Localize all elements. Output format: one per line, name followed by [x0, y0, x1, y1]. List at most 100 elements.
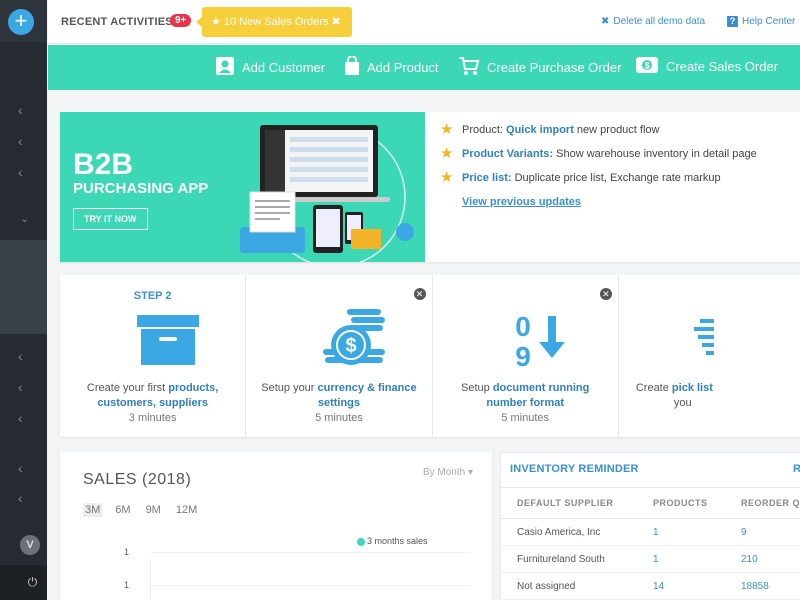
inventory-header-link[interactable]: R	[793, 463, 800, 475]
by-month-dropdown[interactable]: By Month ▾	[423, 467, 473, 478]
quick-action-bar: Add Customer Add Product Create Purchase…	[48, 45, 800, 90]
devices-illustration	[240, 125, 414, 262]
delete-demo-data-link[interactable]: ✖ Delete all demo data	[601, 16, 705, 27]
step-description: Setup your currency & finance settings	[246, 381, 431, 411]
add-product-label: Add Product	[367, 60, 439, 75]
sidebar-chevron-icon[interactable]: ‹	[18, 379, 23, 395]
create-purchase-order-button[interactable]: Create Purchase Order	[458, 56, 621, 79]
supplier-cell: Not assigned	[517, 581, 576, 592]
list-icon	[693, 319, 714, 355]
table-row[interactable]: Furnitureland South 1 210	[501, 546, 800, 573]
note-highlight[interactable]: Product Variants:	[462, 148, 553, 160]
b2b-promo-art[interactable]: B2B PURCHASING APP TRY IT NOW	[60, 112, 425, 262]
table-row[interactable]: Casio America, Inc 1 9	[501, 519, 800, 546]
legend-swatch	[357, 537, 365, 546]
add-new-button[interactable]: +	[8, 9, 34, 35]
y-axis-tick: 1	[124, 547, 130, 557]
view-previous-updates-link[interactable]: View previous updates	[462, 196, 581, 208]
create-sales-order-label: Create Sales Order	[666, 59, 778, 74]
svg-text:9: 9	[515, 341, 531, 370]
release-note-item: ★ Product Variants: Show warehouse inven…	[440, 146, 757, 170]
power-icon[interactable]: ⏻	[0, 565, 47, 600]
activity-count-badge: 9+	[170, 14, 192, 27]
note-highlight[interactable]: Quick import	[506, 124, 574, 136]
products-cell[interactable]: 1	[653, 554, 659, 565]
sidebar-chevron-icon[interactable]: ‹	[18, 102, 23, 118]
onboarding-step-card[interactable]: ✕ 0 9 Setup document running number form…	[433, 275, 619, 437]
range-9m[interactable]: 9M	[144, 503, 163, 517]
dismiss-step-icon[interactable]: ✕	[599, 288, 612, 300]
grid-line	[151, 552, 471, 553]
products-cell[interactable]: 1	[653, 527, 659, 538]
add-customer-label: Add Customer	[242, 60, 326, 75]
step-title: STEP 2	[133, 290, 172, 302]
step-desc-text: you	[673, 397, 692, 409]
svg-text:$: $	[346, 335, 357, 357]
help-center-link[interactable]: ? Help Center	[727, 16, 795, 27]
try-it-now-button[interactable]: TRY IT NOW	[73, 208, 148, 230]
reorder-cell[interactable]: 18858	[741, 581, 769, 592]
reorder-cell[interactable]: 9	[741, 527, 747, 538]
help-icon: ?	[727, 16, 738, 27]
range-6m[interactable]: 6M	[113, 503, 132, 517]
range-selector: 3M 6M 9M 12M	[83, 503, 210, 517]
inventory-reminder-title: INVENTORY REMINDER	[510, 463, 639, 475]
column-header[interactable]: DEFAULT SUPPLIER	[517, 498, 613, 508]
sidebar-chevron-icon[interactable]: ‹	[18, 410, 23, 426]
svg-text:$: $	[644, 61, 649, 71]
note-text: Duplicate price list, Exchange rate mark…	[511, 172, 721, 184]
coins-icon: $	[323, 309, 386, 365]
new-sales-orders-notification[interactable]: ★ 10 New Sales Orders ✖	[196, 7, 352, 37]
add-customer-button[interactable]: Add Customer	[215, 56, 325, 79]
sales-title: SALES (2018)	[83, 471, 192, 488]
product-bag-icon	[344, 55, 360, 79]
column-header[interactable]: REORDER Q	[741, 498, 800, 508]
step-description: Setup document running number format	[433, 381, 618, 411]
onboarding-step-card[interactable]: STEP 2 Create your first products, custo…	[60, 275, 247, 437]
customer-icon	[215, 56, 235, 79]
recent-activities-label[interactable]: RECENT ACTIVITIES	[61, 16, 173, 28]
sidebar-chevron-icon[interactable]: ‹	[18, 133, 23, 149]
cart-icon	[458, 56, 480, 79]
sidebar-chevron-icon[interactable]: ‹	[18, 164, 23, 180]
create-sales-order-button[interactable]: $ Create Sales Order	[635, 56, 778, 77]
sidebar-chevron-down-icon[interactable]: ⌄	[20, 212, 29, 225]
create-purchase-order-label: Create Purchase Order	[487, 60, 622, 75]
range-3m[interactable]: 3M	[83, 503, 103, 517]
inventory-reminder-panel: INVENTORY REMINDER R DEFAULT SUPPLIER PR…	[500, 452, 800, 600]
onboarding-steps: STEP 2 Create your first products, custo…	[60, 275, 800, 437]
release-note-item: ★ Product: Quick import new product flow	[440, 122, 757, 146]
dismiss-step-icon[interactable]: ✕	[413, 288, 426, 300]
archive-box-icon	[137, 315, 199, 365]
sidebar-chevron-icon[interactable]: ‹	[18, 460, 23, 476]
step-desc-link[interactable]: currency & finance settings	[318, 382, 417, 409]
banner-headline: B2B	[73, 148, 134, 181]
products-cell[interactable]: 14	[653, 581, 664, 592]
star-icon: ★	[440, 169, 454, 186]
chart-grid	[150, 552, 471, 600]
sort-numeric-icon: 0 9	[515, 311, 565, 370]
top-bar: RECENT ACTIVITIES 9+ ★ 10 New Sales Orde…	[48, 0, 800, 44]
close-x-icon: ✖	[601, 16, 610, 27]
step-description: Create pick list you	[619, 381, 800, 411]
note-text: Show warehouse inventory in detail page	[553, 148, 757, 160]
note-highlight[interactable]: Price list:	[462, 172, 512, 184]
step-desc-text: Create your first	[86, 382, 169, 394]
sidebar-chevron-icon[interactable]: ‹	[18, 348, 23, 364]
user-avatar[interactable]: V	[20, 535, 40, 555]
column-header[interactable]: PRODUCTS	[653, 498, 708, 508]
reorder-cell[interactable]: 210	[741, 554, 758, 565]
add-product-button[interactable]: Add Product	[344, 55, 439, 79]
onboarding-step-card[interactable]: Create pick list you	[619, 275, 800, 437]
money-icon: $	[635, 56, 659, 77]
sidebar-chevron-icon[interactable]: ‹	[18, 490, 23, 506]
onboarding-step-card[interactable]: ✕ $ Setup your currency & finance settin…	[246, 275, 433, 437]
note-prefix: Product:	[462, 124, 507, 136]
range-12m[interactable]: 12M	[174, 503, 199, 517]
table-row[interactable]: Not assigned 14 18858	[501, 573, 800, 600]
step-desc-link[interactable]: pick list	[672, 382, 713, 394]
chart-legend[interactable]: 3 months sales	[357, 536, 428, 546]
release-note-item: View previous updates	[440, 194, 757, 218]
grid-line	[151, 585, 471, 586]
step-desc-link[interactable]: document running number format	[486, 382, 589, 409]
